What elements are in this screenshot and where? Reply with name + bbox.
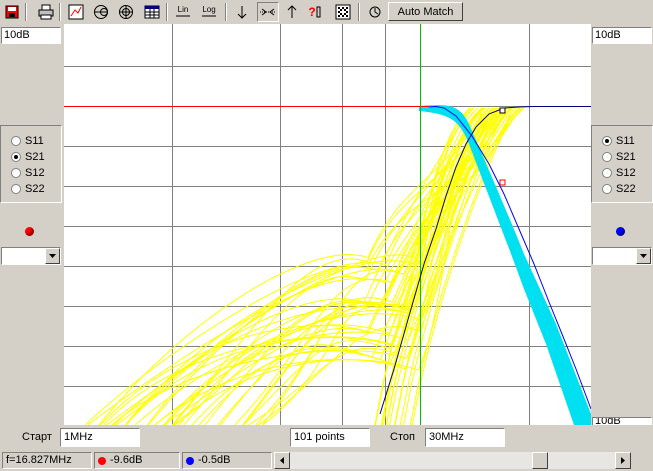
polar-icon[interactable] (116, 2, 136, 22)
print-icon[interactable] (36, 2, 56, 22)
scroll-right-icon[interactable] (615, 452, 631, 469)
linear-scale-icon[interactable]: Lin (173, 2, 193, 22)
log-label: Log (202, 4, 216, 14)
left-radio-s21[interactable]: S21 (11, 150, 45, 164)
stop-label: Стоп (390, 431, 415, 443)
right-panel: 10dB S11 S21 S12 S22 10dB (591, 24, 653, 426)
settings-icon[interactable] (333, 2, 353, 22)
left-radio-s12[interactable]: S12 (11, 166, 45, 180)
auto-match-button[interactable]: Auto Match (388, 2, 463, 21)
help-label: ? (308, 5, 316, 19)
right-param-group: S11 S21 S12 S22 (591, 125, 653, 203)
log-scale-icon[interactable]: Log (199, 2, 219, 22)
points-field[interactable]: 101 points (290, 428, 370, 447)
horizontal-scrollbar[interactable] (274, 452, 631, 469)
left-radio-s22[interactable]: S22 (11, 182, 45, 196)
zoom-icon[interactable] (257, 2, 279, 22)
arrow-down-icon[interactable] (232, 2, 252, 22)
plot-svg (64, 24, 591, 425)
left-param-group: S11 S21 S12 S22 (0, 125, 62, 203)
cyan-band (419, 105, 591, 425)
stop-field[interactable]: 30MHz (425, 428, 505, 447)
left-radio-s11[interactable]: S11 (11, 134, 44, 148)
chevron-down-icon[interactable] (636, 248, 651, 264)
red-marker-readout: -9.6dB (94, 452, 180, 469)
toolbar: Lin Log ? Auto Match (0, 0, 653, 24)
right-marker-dot (616, 227, 625, 236)
frequency-range-bar: Старт 1MHz 101 points Стоп 30MHz (0, 425, 653, 450)
scrollbar-thumb[interactable] (532, 452, 548, 469)
left-scale-field[interactable]: 10dB (1, 27, 61, 44)
right-radio-s22[interactable]: S22 (602, 182, 636, 196)
blue-marker-readout: -0.5dB (182, 452, 272, 469)
scroll-left-icon[interactable] (274, 452, 290, 469)
right-radio-s12[interactable]: S12 (602, 166, 636, 180)
right-scale-field[interactable]: 10dB (592, 27, 652, 44)
start-field[interactable]: 1MHz (60, 428, 140, 447)
left-marker-dot (25, 227, 34, 236)
smith-chart-icon[interactable] (91, 2, 111, 22)
lin-label: Lin (177, 4, 189, 14)
blue-marker[interactable] (499, 107, 506, 114)
status-bar: f=16.827MHz -9.6dB -0.5dB (0, 450, 653, 471)
table-icon[interactable] (142, 2, 162, 22)
red-marker[interactable] (499, 179, 506, 186)
start-label: Старт (22, 431, 52, 443)
chart-icon[interactable] (66, 2, 86, 22)
chevron-down-icon[interactable] (45, 248, 60, 264)
save-icon[interactable] (2, 2, 22, 22)
left-dropdown[interactable] (1, 247, 61, 265)
plot-area[interactable] (64, 24, 591, 425)
left-panel: 10dB S11 S21 S12 S22 (0, 24, 62, 425)
right-radio-s11[interactable]: S11 (602, 134, 635, 148)
right-radio-s21[interactable]: S21 (602, 150, 636, 164)
reset-icon[interactable] (365, 2, 385, 22)
arrow-up-icon[interactable] (282, 2, 302, 22)
right-dropdown[interactable] (592, 247, 652, 265)
frequency-readout: f=16.827MHz (2, 452, 92, 469)
help-icon[interactable]: ? (306, 2, 326, 22)
